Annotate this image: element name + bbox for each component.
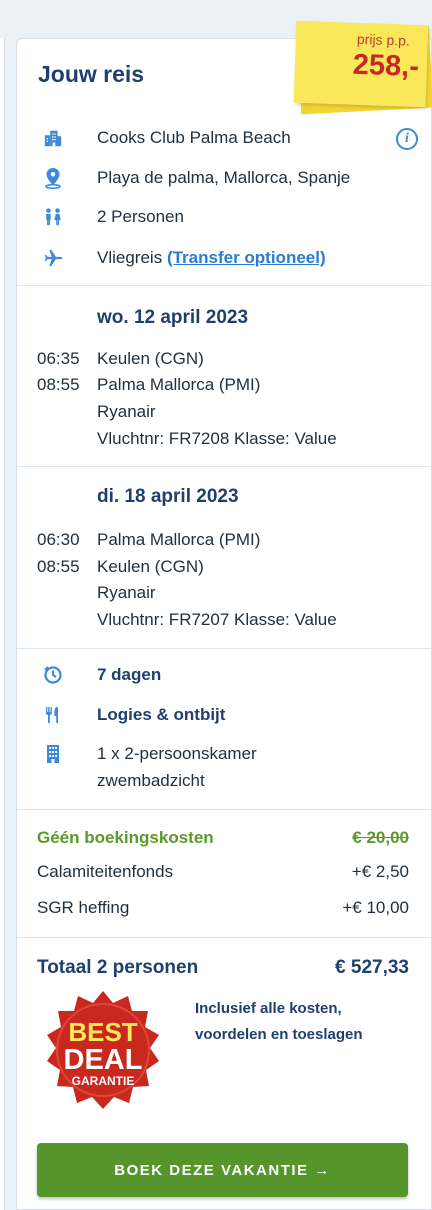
outbound-to: Palma Mallorca (PMI) <box>97 375 261 394</box>
transfer-optional-link[interactable]: (Transfer optioneel) <box>167 248 326 267</box>
persons-icon <box>43 207 63 227</box>
divider <box>17 466 431 467</box>
return-airline: Ryanair <box>97 583 156 602</box>
hotel-name: Cooks Club Palma Beach <box>97 128 291 147</box>
price-per-person-label: prijs p.p. <box>356 30 411 49</box>
card-title: Jouw reis <box>38 61 145 87</box>
trip-summary-card: Jouw reis prijs p.p. 258,- Cooks Club Pa… <box>16 20 432 1210</box>
hotel-icon <box>43 128 63 148</box>
booking-costs-label: Géén boekingskosten <box>37 828 214 847</box>
outbound-arrival-time: 08:55 <box>37 375 80 394</box>
return-arrival-time: 08:55 <box>37 557 80 576</box>
price-sticker: prijs p.p. 258,- <box>293 20 432 115</box>
outbound-airline: Ryanair <box>97 402 156 421</box>
badge-line-deal: DEAL <box>64 1044 143 1076</box>
return-departure-time: 06:30 <box>37 530 80 549</box>
board-type: Logies & ontbijt <box>97 705 226 724</box>
outbound-departure-time: 06:35 <box>37 349 80 368</box>
return-date: di. 18 april 2023 <box>97 486 239 507</box>
divider <box>17 937 431 938</box>
total-value: € 527,33 <box>335 957 409 978</box>
adjacent-panel-edge <box>0 38 5 1210</box>
total-label: Totaal 2 personen <box>37 957 199 978</box>
calamity-fund-label: Calamiteitenfonds <box>37 862 174 881</box>
location-text: Playa de palma, Mallorca, Spanje <box>97 168 351 187</box>
return-flight-info: Vluchtnr: FR7207 Klasse: Value <box>97 610 337 629</box>
best-deal-badge: BEST DEAL GARANTIE <box>37 987 169 1119</box>
booking-costs-value: € 20,00 <box>352 828 409 847</box>
price-per-person-value: 258,- <box>352 48 420 84</box>
divider <box>17 809 431 810</box>
divider <box>17 285 431 286</box>
sgr-fee-value: +€ 10,00 <box>342 898 409 917</box>
transport-text: Vliegreis <box>97 248 163 267</box>
outbound-from: Keulen (CGN) <box>97 349 204 368</box>
location-pin-icon <box>43 168 63 189</box>
airplane-icon <box>43 248 63 268</box>
room-building-icon <box>43 744 63 764</box>
hotel-info-icon[interactable]: i <box>396 128 418 150</box>
return-from: Palma Mallorca (PMI) <box>97 530 261 549</box>
clock-icon <box>43 665 63 685</box>
persons-text: 2 Personen <box>97 207 184 226</box>
outbound-date: wo. 12 april 2023 <box>97 307 249 328</box>
stay-duration: 7 dagen <box>97 665 162 684</box>
room-type-line1: 1 x 2-persoonskamer <box>97 744 257 763</box>
book-vacation-button[interactable]: BOEK DEZE VAKANTIE → <box>37 1143 408 1197</box>
return-to: Keulen (CGN) <box>97 557 204 576</box>
divider <box>17 648 431 649</box>
badge-line-garantie: GARANTIE <box>72 1074 135 1088</box>
room-type-line2: zwembadzicht <box>97 771 205 790</box>
outbound-flight-info: Vluchtnr: FR7208 Klasse: Value <box>97 429 337 448</box>
cutlery-icon <box>43 705 63 725</box>
total-inclusion-note: Inclusief alle kosten, voordelen en toes… <box>195 1000 363 1043</box>
badge-line-best: BEST <box>68 1017 137 1047</box>
sgr-fee-label: SGR heffing <box>37 898 130 917</box>
calamity-fund-value: +€ 2,50 <box>351 862 409 881</box>
